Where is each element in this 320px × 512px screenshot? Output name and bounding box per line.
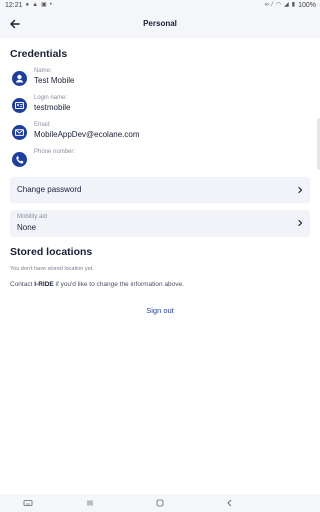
recent-apps-icon[interactable] xyxy=(85,498,95,508)
link-icon: ∞ xyxy=(264,2,269,8)
mobility-aid-value: None xyxy=(17,223,37,232)
mute-icon: ⁄ xyxy=(271,2,273,8)
wifi-icon: ◠ xyxy=(275,2,282,8)
status-bar: 12:21 ● ▲ ▣ • ∞ ⁄ ◠ ◢ ▮ 100% xyxy=(0,0,320,11)
page-title: Personal xyxy=(143,19,177,28)
email-field: Email: MobileAppDev@ecolane.com xyxy=(10,122,300,146)
notification-icon: ● xyxy=(25,2,30,8)
battery-icon: ▮ xyxy=(291,2,296,8)
name-field: Name: Test Mobile xyxy=(10,68,300,92)
name-value: Test Mobile xyxy=(34,76,75,85)
login-name-field: Login name: testmobile xyxy=(10,95,300,119)
sign-out-button[interactable]: Sign out xyxy=(0,306,320,315)
home-icon[interactable] xyxy=(155,498,165,508)
status-time: 12:21 xyxy=(5,2,23,9)
mobility-aid-select[interactable]: Mobility aid None xyxy=(10,210,310,237)
email-icon xyxy=(12,125,27,140)
image-icon: ▣ xyxy=(41,2,47,8)
name-label: Name: xyxy=(34,68,52,74)
phone-label: Phone number: xyxy=(34,149,76,155)
stored-locations-title: Stored locations xyxy=(10,246,93,258)
credentials-title: Credentials xyxy=(10,48,68,60)
id-card-icon xyxy=(12,98,27,113)
change-password-button[interactable]: Change password xyxy=(10,177,310,203)
back-nav-icon[interactable] xyxy=(225,498,235,508)
signal-icon: ◢ xyxy=(284,2,289,8)
login-name-value: testmobile xyxy=(34,103,71,112)
contact-prefix: Contact xyxy=(10,281,35,288)
keyboard-icon[interactable] xyxy=(23,498,33,508)
contact-org: I-RIDE xyxy=(34,281,54,288)
contact-text: Contact I-RIDE if you'd like to change t… xyxy=(10,281,184,288)
chevron-right-icon xyxy=(298,186,303,194)
system-nav-bar xyxy=(0,494,320,512)
phone-field: Phone number: xyxy=(10,149,300,173)
chevron-right-icon xyxy=(298,219,303,227)
change-password-label: Change password xyxy=(17,185,82,194)
login-name-label: Login name: xyxy=(34,95,68,101)
mobility-aid-label: Mobility aid xyxy=(17,214,48,220)
contact-suffix: if you'd like to change the information … xyxy=(53,281,184,288)
dot-icon: • xyxy=(49,2,52,8)
person-icon xyxy=(12,71,27,86)
app-bar: Personal xyxy=(0,11,320,38)
email-label: Email: xyxy=(34,122,51,128)
stored-locations-empty-text: You don't have stored location yet. xyxy=(10,266,94,272)
email-value: MobileAppDev@ecolane.com xyxy=(34,130,140,139)
phone-icon xyxy=(12,152,27,167)
battery-percent: 100% xyxy=(298,2,316,9)
android-icon: ▲ xyxy=(32,2,39,8)
